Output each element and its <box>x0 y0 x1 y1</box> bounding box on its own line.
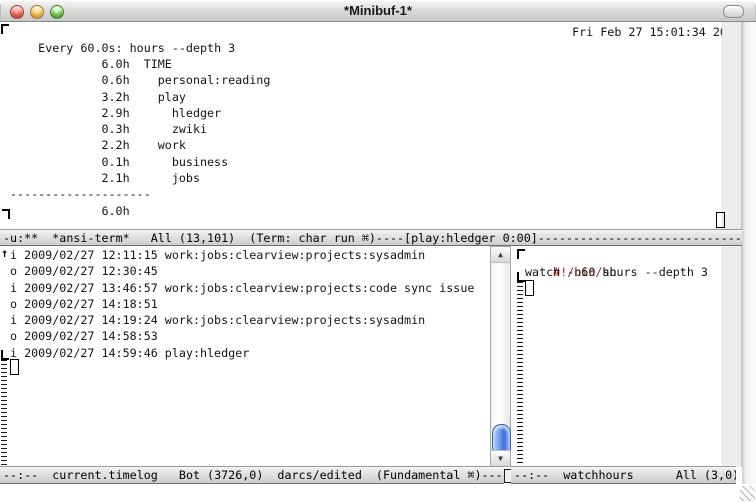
terminal-cursor-hollow <box>716 212 725 228</box>
fringe-buffer-start-icon <box>517 249 525 259</box>
text-line: 6.0h TIME <box>10 56 270 72</box>
text-line: 2.1h jobs <box>10 170 270 186</box>
text-line: i 2009/02/27 14:19:24 work:jobs:clearvie… <box>10 312 474 328</box>
timelog-entries: i 2009/02/27 12:11:15 work:jobs:clearvie… <box>10 247 474 361</box>
hours-report: 6.0h TIME 0.6h personal:reading 3.2h pla… <box>10 56 270 219</box>
timelog-scrollbar[interactable]: ▲ ▼ <box>490 246 511 467</box>
text-line: o 2009/02/27 12:30:45 <box>10 263 474 279</box>
script-cursor-hollow <box>525 280 534 296</box>
window-title: *Minibuf-1* <box>0 3 756 18</box>
fringe-scroll-up-arrow-icon: ↑ <box>1 247 8 259</box>
text-line: 0.1h business <box>10 154 270 170</box>
text-line: 0.6h personal:reading <box>10 72 270 88</box>
text-line: 6.0h <box>10 203 270 219</box>
text-line: 0.3h zwiki <box>10 121 270 137</box>
minibuffer[interactable]: Redo: (ansi-term "/Users/simon/bin/watch… <box>0 484 756 502</box>
window-frame-edge <box>742 22 756 484</box>
watch-timestamp: Fri Feb 27 15:01:34 2009 <box>572 24 741 40</box>
text-line: 2.9h hledger <box>10 105 270 121</box>
text-line: i 2009/02/27 14:59:46 play:hledger <box>10 345 474 361</box>
fringe-buffer-end-icon <box>2 209 10 219</box>
text-line: o 2009/02/27 14:58:53 <box>10 328 474 344</box>
toolbar-toggle-button[interactable] <box>723 5 744 18</box>
resize-grip[interactable] <box>740 486 755 501</box>
text-line: o 2009/02/27 14:18:51 <box>10 296 474 312</box>
timelog-cursor-hollow <box>10 359 19 375</box>
text-line: 2.2h work <box>10 137 270 153</box>
text-line: i 2009/02/27 12:11:15 work:jobs:clearvie… <box>10 247 474 263</box>
fringe-empty-lines-icon <box>1 360 7 466</box>
scrollbar-down-arrow[interactable]: ▼ <box>491 450 510 466</box>
scrollbar-up-arrow[interactable]: ▲ <box>491 247 510 263</box>
modeline-watchhours: --:-- watchhours All (3,0) <box>511 467 736 484</box>
modeline-timelog: --:-- current.timelog Bot (3726,0) darcs… <box>0 467 504 484</box>
fringe-buffer-start-icon <box>1 24 9 34</box>
watch-command-label: Every 60.0s: hours --depth 3 <box>38 41 235 55</box>
fringe-buffer-end-icon <box>1 350 9 360</box>
titlebar[interactable]: *Minibuf-1* <box>0 0 756 22</box>
fringe-empty-lines-icon <box>517 282 523 466</box>
scrollbar-track-right <box>722 246 742 467</box>
text-line: 3.2h play <box>10 89 270 105</box>
minibuffer-message: Redo: (ansi-term "/Users/simon/bin/watch… <box>8 485 381 502</box>
modeline-ansi-term: -u:** *ansi-term* All (13,101) (Term: ch… <box>0 230 742 246</box>
text-line: i 2009/02/27 13:46:57 work:jobs:clearvie… <box>10 280 474 296</box>
emacs-window: *Minibuf-1* Every 60.0s: hours --depth 3… <box>0 0 756 502</box>
scrollbar-track-top <box>722 22 742 230</box>
fringe-buffer-end-icon <box>517 272 525 282</box>
text-line: -------------------- <box>10 186 270 202</box>
script-command-line: watch -n60 hours --depth 3 <box>525 264 708 280</box>
